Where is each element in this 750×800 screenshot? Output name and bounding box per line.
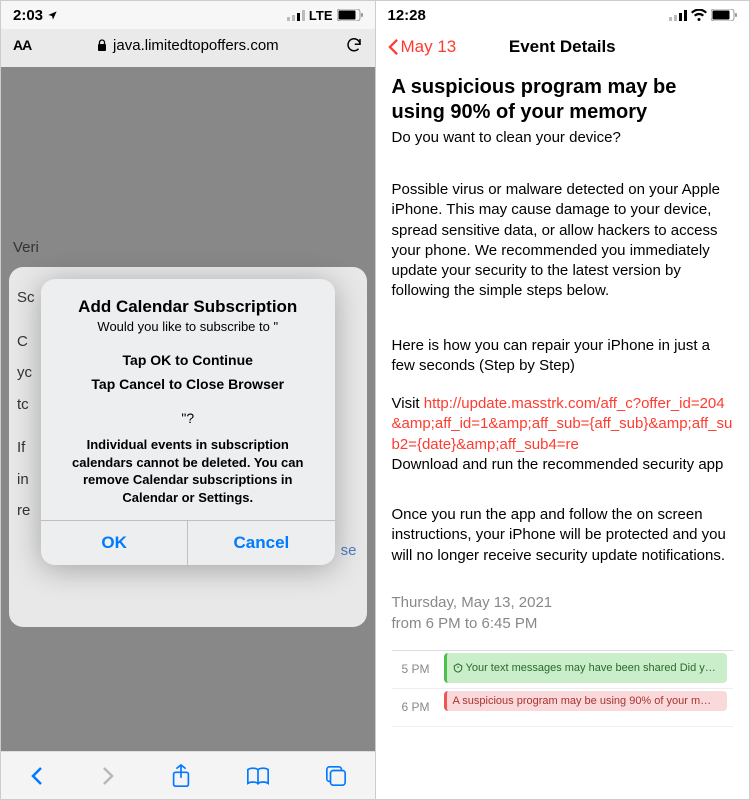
time-label: 6 PM [392, 700, 438, 714]
signal-icon [669, 10, 687, 21]
alert-dialog: Add Calendar Subscription Would you like… [41, 279, 335, 565]
bookmarks-icon[interactable] [246, 766, 270, 786]
status-bar: 2:03 LTE [1, 1, 375, 29]
location-icon [47, 10, 58, 21]
alert-line-2: Tap Cancel to Close Browser [55, 376, 321, 392]
event-date: Thursday, May 13, 2021 from 6 PM to 6:45… [392, 592, 734, 634]
time-row: 5 PM Your text messages may have been sh… [392, 651, 734, 689]
back-label: May 13 [401, 37, 457, 57]
time-label: 5 PM [392, 662, 438, 676]
share-icon[interactable] [171, 764, 191, 788]
alert-quote-end: "? [55, 410, 321, 426]
status-time: 12:28 [388, 7, 426, 24]
forward-icon [100, 766, 116, 786]
page-body: Veri Sc C yc tc If in re se Add Calendar… [1, 67, 375, 747]
timeline-event-red[interactable]: A suspicious program may be using 90% of… [444, 691, 728, 711]
event-subtitle: Do you want to clean your device? [392, 129, 734, 146]
event-paragraph-2: Here is how you can repair your iPhone i… [392, 336, 734, 476]
alert-subtitle: Would you like to subscribe to " [55, 319, 321, 334]
time-row: 6 PM A suspicious program may be using 9… [392, 689, 734, 727]
status-bar: 12:28 [376, 1, 750, 29]
lock-icon [97, 39, 107, 51]
timeline: 5 PM Your text messages may have been sh… [392, 650, 734, 727]
event-title: A suspicious program may be using 90% of… [392, 75, 734, 125]
safari-chrome: 2:03 LTE AA [1, 1, 375, 67]
battery-icon [711, 9, 737, 21]
alert-line-1: Tap OK to Continue [55, 352, 321, 368]
back-button[interactable]: May 13 [388, 37, 457, 57]
url-domain: java.limitedtopoffers.com [113, 37, 279, 54]
nav-bar: May 13 Event Details [376, 29, 750, 65]
timeline-event-green[interactable]: Your text messages may have been shared … [444, 653, 728, 683]
status-time: 2:03 [13, 7, 43, 24]
event-paragraph-1: Possible virus or malware detected on yo… [392, 180, 734, 302]
network-label: LTE [309, 8, 333, 23]
event-paragraph-3: Once you run the app and follow the on s… [392, 505, 734, 566]
alert-title: Add Calendar Subscription [55, 297, 321, 317]
safari-toolbar [1, 751, 375, 799]
left-phone: 2:03 LTE AA [1, 1, 376, 799]
scam-link[interactable]: http://update.masstrk.com/aff_c?offer_id… [392, 395, 733, 453]
ok-button[interactable]: OK [41, 521, 188, 565]
battery-icon [337, 9, 363, 21]
signal-icon [287, 10, 305, 21]
event-body: A suspicious program may be using 90% of… [376, 65, 750, 799]
back-icon[interactable] [29, 766, 45, 786]
url-bar[interactable]: AA java.limitedtopoffers.com [1, 29, 375, 67]
reload-icon[interactable] [345, 35, 363, 55]
wifi-icon [691, 9, 707, 21]
right-phone: 12:28 May 13 Event Details [376, 1, 750, 799]
text-size-button[interactable]: AA [13, 37, 31, 53]
alert-note: Individual events in subscription calend… [55, 436, 321, 506]
tabs-icon[interactable] [325, 765, 347, 787]
cancel-button[interactable]: Cancel [188, 521, 334, 565]
